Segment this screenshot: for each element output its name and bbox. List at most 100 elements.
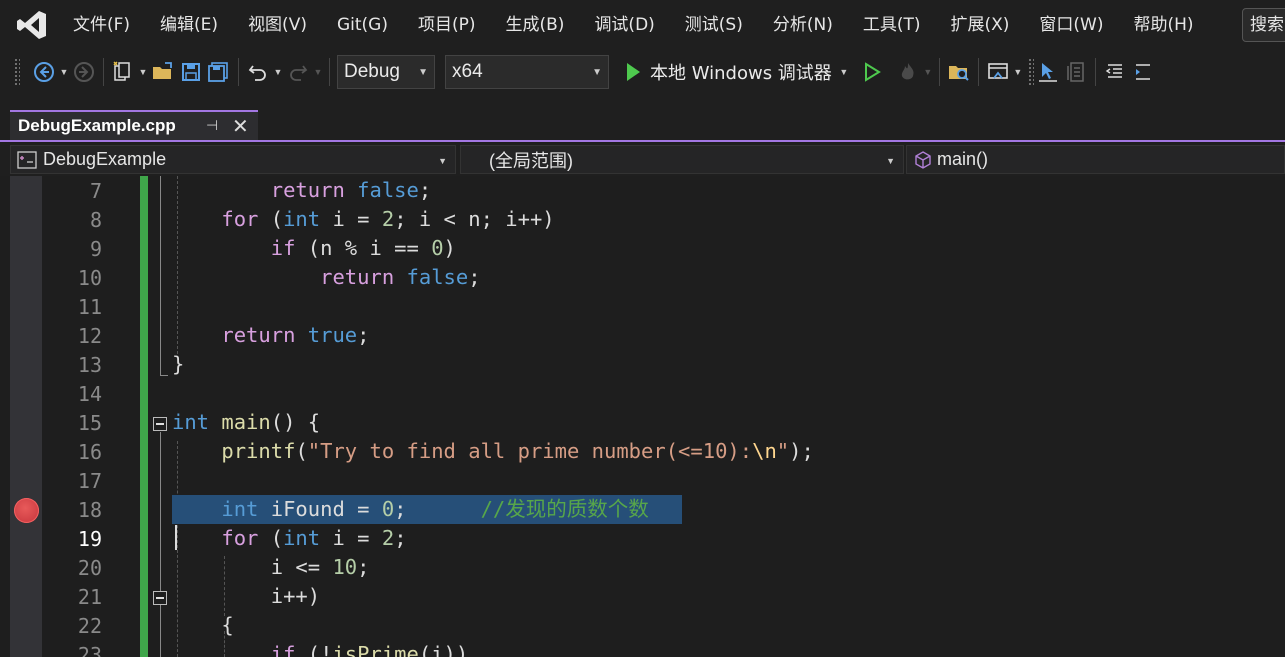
code-line: return false; — [320, 265, 481, 289]
line-number: 20 — [77, 556, 102, 580]
code-line: for (int i = 2; — [221, 526, 407, 550]
hot-reload-icon — [894, 57, 922, 87]
method-cube-icon — [913, 150, 933, 170]
menu-item[interactable]: 文件(F) — [58, 0, 145, 50]
code-line: if (!isPrime(i)) — [270, 642, 469, 657]
toolbar-separator — [977, 58, 979, 86]
code-line: { — [172, 613, 234, 637]
code-line: return true; — [221, 323, 370, 347]
redo-icon — [284, 57, 312, 87]
find-in-files-icon[interactable] — [945, 57, 973, 87]
new-project-dropdown-icon[interactable]: ▼ — [137, 57, 149, 87]
line-number: 18 — [77, 498, 102, 522]
current-line-number: 19 — [77, 527, 102, 551]
start-debugging-button[interactable]: 本地 Windows 调试器 — [621, 55, 838, 89]
code-line: i <= 10; — [172, 555, 370, 579]
save-all-icon[interactable] — [205, 57, 233, 87]
navigate-forward-icon — [70, 57, 98, 87]
undo-icon[interactable] — [244, 57, 272, 87]
menu-item[interactable]: 分析(N) — [758, 0, 848, 50]
line-number: 10 — [77, 266, 102, 290]
visual-studio-logo-icon[interactable] — [14, 7, 50, 43]
indent-icon[interactable] — [1129, 57, 1157, 87]
redo-dropdown-icon: ▼ — [313, 67, 323, 77]
line-number: 17 — [77, 469, 102, 493]
browser-link-icon[interactable] — [984, 57, 1012, 87]
solution-platform-value: x64 — [452, 61, 483, 82]
debug-target-dropdown-icon[interactable]: ▼ — [838, 57, 850, 87]
line-number: 23 — [77, 643, 102, 657]
menu-item[interactable]: 窗口(W) — [1024, 0, 1118, 50]
member-select-value: main() — [937, 149, 989, 169]
outline-fold-line — [160, 432, 161, 657]
standard-toolbar: ▼ ▼ ▼ ▼ Debug ▼ x64 ▼ 本地 Windows 调试器 ▼ ▼… — [0, 50, 1285, 94]
pin-icon[interactable]: ⊣ — [206, 117, 218, 134]
code-line: int main() { — [172, 410, 321, 434]
tab-debugexample-cpp[interactable]: DebugExample.cpp ⊣ ✕ — [10, 110, 258, 140]
line-number: 11 — [77, 295, 102, 319]
start-without-debugging-icon[interactable] — [858, 57, 886, 87]
line-number: 8 — [89, 208, 102, 232]
breakpoint-icon[interactable] — [14, 498, 39, 523]
tab-accent-line — [0, 140, 1285, 142]
solution-configuration-select[interactable]: Debug ▼ — [337, 55, 435, 89]
navigate-back-icon[interactable] — [30, 57, 58, 87]
code-line: } — [172, 352, 185, 376]
code-line: int iFound = 0; //发现的质数个数 — [221, 497, 649, 521]
code-editor[interactable]: 7 8 9 10 11 12 13 14 15 16 17 18 19 20 2… — [0, 176, 1285, 657]
outline-fold-end — [160, 375, 168, 376]
line-number: 15 — [77, 411, 102, 435]
menu-item[interactable]: 编辑(E) — [145, 0, 233, 50]
toolbar-grip-icon[interactable] — [14, 58, 20, 86]
select-element-icon[interactable] — [1034, 57, 1062, 87]
hot-reload-dropdown-icon: ▼ — [923, 67, 933, 77]
menu-item[interactable]: 扩展(X) — [936, 0, 1025, 50]
code-line: return false; — [270, 178, 432, 202]
play-icon — [627, 63, 640, 81]
code-line: printf("Try to find all prime number(<=1… — [221, 439, 814, 463]
breakpoint-margin[interactable] — [10, 176, 42, 657]
solution-platform-select[interactable]: x64 ▼ — [445, 55, 609, 89]
solution-configuration-value: Debug — [344, 61, 400, 82]
line-number: 16 — [77, 440, 102, 464]
toolbar-separator — [1094, 58, 1096, 86]
scope-select-value: (全局范围) — [489, 150, 573, 171]
line-number: 21 — [77, 585, 102, 609]
start-debugging-label: 本地 Windows 调试器 — [650, 63, 832, 84]
line-number: 22 — [77, 614, 102, 638]
line-number: 9 — [89, 237, 102, 261]
menu-item[interactable]: 视图(V) — [233, 0, 322, 50]
cpp-project-icon — [17, 150, 37, 170]
collapse-main-icon[interactable] — [153, 417, 167, 431]
tab-title: DebugExample.cpp — [18, 116, 176, 135]
project-select[interactable]: DebugExample ▼ — [10, 145, 456, 174]
search-box[interactable]: 搜索 — [1242, 8, 1285, 42]
menu-item[interactable]: Git(G) — [322, 0, 403, 50]
collapse-for-icon[interactable] — [153, 591, 167, 605]
menu-item[interactable]: 测试(S) — [670, 0, 758, 50]
navigate-back-dropdown-icon[interactable]: ▼ — [58, 57, 70, 87]
toolbar-separator — [103, 58, 104, 86]
scope-select[interactable]: (全局范围) ▼ — [460, 145, 904, 174]
chevron-down-icon: ▼ — [418, 67, 428, 78]
chevron-down-icon: ▼ — [886, 156, 895, 166]
member-select[interactable]: main() — [906, 145, 1285, 174]
menu-item[interactable]: 帮助(H) — [1119, 0, 1209, 50]
close-icon[interactable]: ✕ — [232, 114, 249, 139]
undo-dropdown-icon[interactable]: ▼ — [272, 57, 284, 87]
menu-item[interactable]: 调试(D) — [579, 0, 669, 50]
menu-bar: 文件(F) 编辑(E) 视图(V) Git(G) 项目(P) 生成(B) 调试(D) 测试(S… — [0, 0, 1285, 50]
menu-item[interactable]: 项目(P) — [403, 0, 491, 50]
menu-item[interactable]: 生成(B) — [491, 0, 580, 50]
menu-item[interactable]: 工具(T) — [848, 0, 936, 50]
code-line: i++) — [172, 584, 321, 608]
open-file-icon[interactable] — [149, 57, 177, 87]
live-tree-icon — [1062, 57, 1090, 87]
browser-link-dropdown-icon[interactable]: ▼ — [1012, 57, 1024, 87]
save-icon[interactable] — [177, 57, 205, 87]
new-project-icon[interactable] — [109, 57, 137, 87]
outdent-icon[interactable] — [1101, 57, 1129, 87]
line-number: 12 — [77, 324, 102, 348]
toolbar-separator — [938, 58, 940, 86]
code-line: if (n % i == 0) — [270, 236, 456, 260]
